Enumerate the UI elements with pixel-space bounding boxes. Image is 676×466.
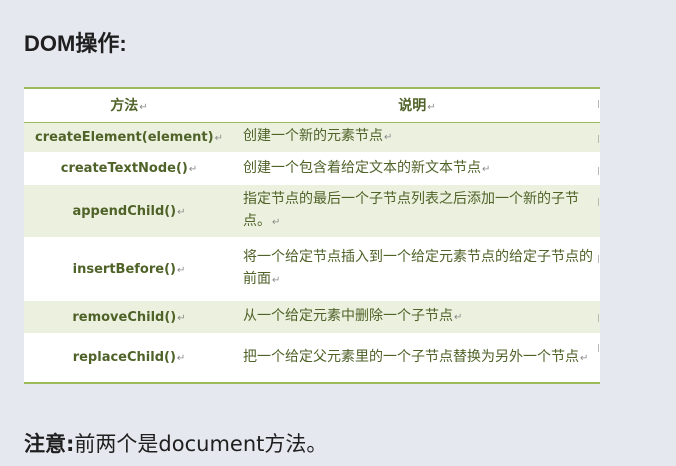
method-cell: createTextNode()↵ — [24, 152, 234, 185]
description-cell: 将一个给定节点插入到一个给定元素节点的给定子节点的前面↵ — [234, 237, 600, 301]
description-cell: 把一个给定父元素里的一个子节点替换为另外一个节点↵ — [234, 333, 600, 384]
table-row: insertBefore()↵ 将一个给定节点插入到一个给定元素节点的给定子节点… — [24, 237, 600, 301]
description-cell: 创建一个包含着给定文本的新文本节点↵ — [234, 152, 600, 185]
method-cell: createElement(element)↵ — [24, 122, 234, 152]
cell-end-marker — [598, 135, 602, 143]
paragraph-mark-icon: ↵ — [188, 164, 198, 175]
cell-end-marker — [598, 100, 602, 108]
method-name: createTextNode() — [60, 161, 188, 176]
method-cell: replaceChild()↵ — [24, 333, 234, 384]
method-description: 从一个给定元素中删除一个子节点 — [243, 308, 453, 324]
method-description: 指定节点的最后一个子节点列表之后添加一个新的子节点。 — [243, 191, 579, 229]
method-cell: insertBefore()↵ — [24, 237, 234, 301]
description-cell: 从一个给定元素中删除一个子节点↵ — [234, 301, 600, 333]
paragraph-mark-icon: ↵ — [427, 102, 436, 114]
section-heading: DOM操作: — [24, 31, 127, 56]
cell-end-marker — [598, 344, 602, 352]
method-name: createElement(element) — [35, 129, 214, 145]
paragraph-mark-icon: ↵ — [272, 217, 281, 228]
table-row: appendChild()↵ 指定节点的最后一个子节点列表之后添加一个新的子节点… — [24, 185, 600, 237]
description-cell: 指定节点的最后一个子节点列表之后添加一个新的子节点。↵ — [234, 185, 600, 237]
paragraph-mark-icon: ↵ — [176, 353, 186, 364]
note-paragraph: 注意:前两个是document方法。 — [24, 428, 327, 458]
method-description: 把一个给定父元素里的一个子节点替换为另外一个节点 — [243, 348, 579, 365]
table-row: createTextNode()↵ 创建一个包含着给定文本的新文本节点↵ — [24, 152, 600, 185]
method-cell: removeChild()↵ — [24, 301, 234, 333]
table-row: createElement(element)↵ 创建一个新的元素节点↵ — [24, 122, 600, 152]
method-name: insertBefore() — [72, 261, 176, 277]
cell-end-marker — [598, 198, 602, 206]
paragraph-mark-icon: ↵ — [177, 206, 186, 218]
method-description: 创建一个包含着给定文本的新文本节点 — [243, 159, 481, 176]
paragraph-mark-icon: ↵ — [177, 312, 186, 324]
page: DOM操作: 方法↵ 说明↵ createElement(element)↵ 创… — [0, 0, 676, 466]
paragraph-mark-icon: ↵ — [580, 352, 589, 364]
cell-end-marker — [598, 314, 602, 322]
paragraph-mark-icon: ↵ — [482, 163, 491, 175]
method-name: replaceChild() — [72, 350, 176, 365]
paragraph-mark-icon: ↵ — [214, 132, 223, 144]
table-row: replaceChild()↵ 把一个给定父元素里的一个子节点替换为另外一个节点… — [24, 333, 600, 384]
method-cell: appendChild()↵ — [24, 185, 234, 237]
header-method-label: 方法 — [110, 98, 139, 115]
dom-methods-table: 方法↵ 说明↵ createElement(element)↵ 创建一个新的元素… — [24, 87, 600, 384]
description-cell: 创建一个新的元素节点↵ — [234, 122, 600, 152]
cell-end-marker — [598, 167, 602, 175]
paragraph-mark-icon: ↵ — [384, 132, 393, 144]
method-name: removeChild() — [72, 309, 177, 325]
header-description-label: 说明 — [398, 98, 427, 115]
paragraph-mark-icon: ↵ — [139, 102, 148, 114]
method-description: 创建一个新的元素节点 — [243, 128, 383, 145]
header-method: 方法↵ — [24, 87, 234, 123]
header-description: 说明↵ — [234, 87, 600, 123]
paragraph-mark-icon: ↵ — [176, 264, 186, 276]
table-row: removeChild()↵ 从一个给定元素中删除一个子节点↵ — [24, 301, 600, 333]
method-name: appendChild() — [72, 203, 177, 219]
paragraph-mark-icon: ↵ — [272, 275, 281, 286]
note-text: 前两个是document方法。 — [74, 432, 328, 456]
paragraph-mark-icon: ↵ — [454, 312, 463, 323]
cell-end-marker — [598, 255, 602, 263]
table-header-row: 方法↵ 说明↵ — [24, 87, 600, 123]
note-label: 注意: — [24, 432, 75, 456]
method-description: 将一个给定节点插入到一个给定元素节点的给定子节点的前面 — [243, 249, 593, 287]
